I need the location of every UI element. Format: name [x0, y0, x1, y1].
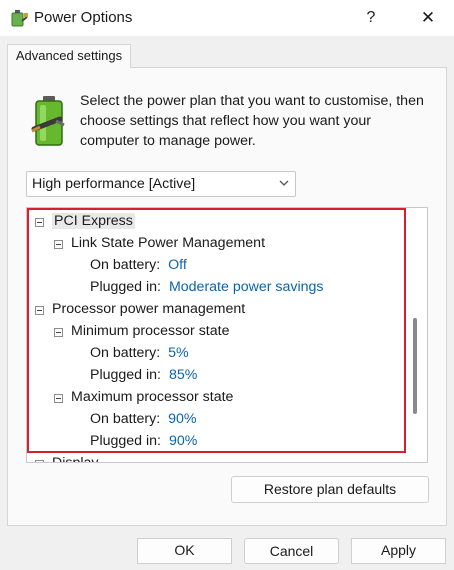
apply-button[interactable]: Apply [351, 538, 446, 564]
chevron-down-icon [279, 180, 289, 186]
description-text: Select the power plan that you want to c… [80, 93, 424, 149]
power-plan-dropdown[interactable]: High performance [Active] [26, 171, 296, 197]
expand-icon[interactable] [35, 460, 44, 462]
power-plan-value: High performance [Active] [32, 176, 196, 192]
power-options-icon [11, 10, 28, 27]
tree-scrollbar-thumb[interactable] [413, 318, 417, 414]
window-title: Power Options [34, 9, 133, 26]
highlight-box-settings [27, 208, 406, 453]
cancel-button[interactable]: Cancel [244, 538, 339, 564]
restore-defaults-button[interactable]: Restore plan defaults [231, 476, 429, 503]
ok-button[interactable]: OK [137, 538, 232, 564]
close-button[interactable]: ✕ [412, 4, 444, 32]
tree-item-label: Display [52, 455, 99, 463]
help-button[interactable]: ? [357, 4, 385, 32]
battery-plug-icon [31, 96, 65, 146]
tab-advanced-settings[interactable]: Advanced settings [7, 44, 131, 68]
